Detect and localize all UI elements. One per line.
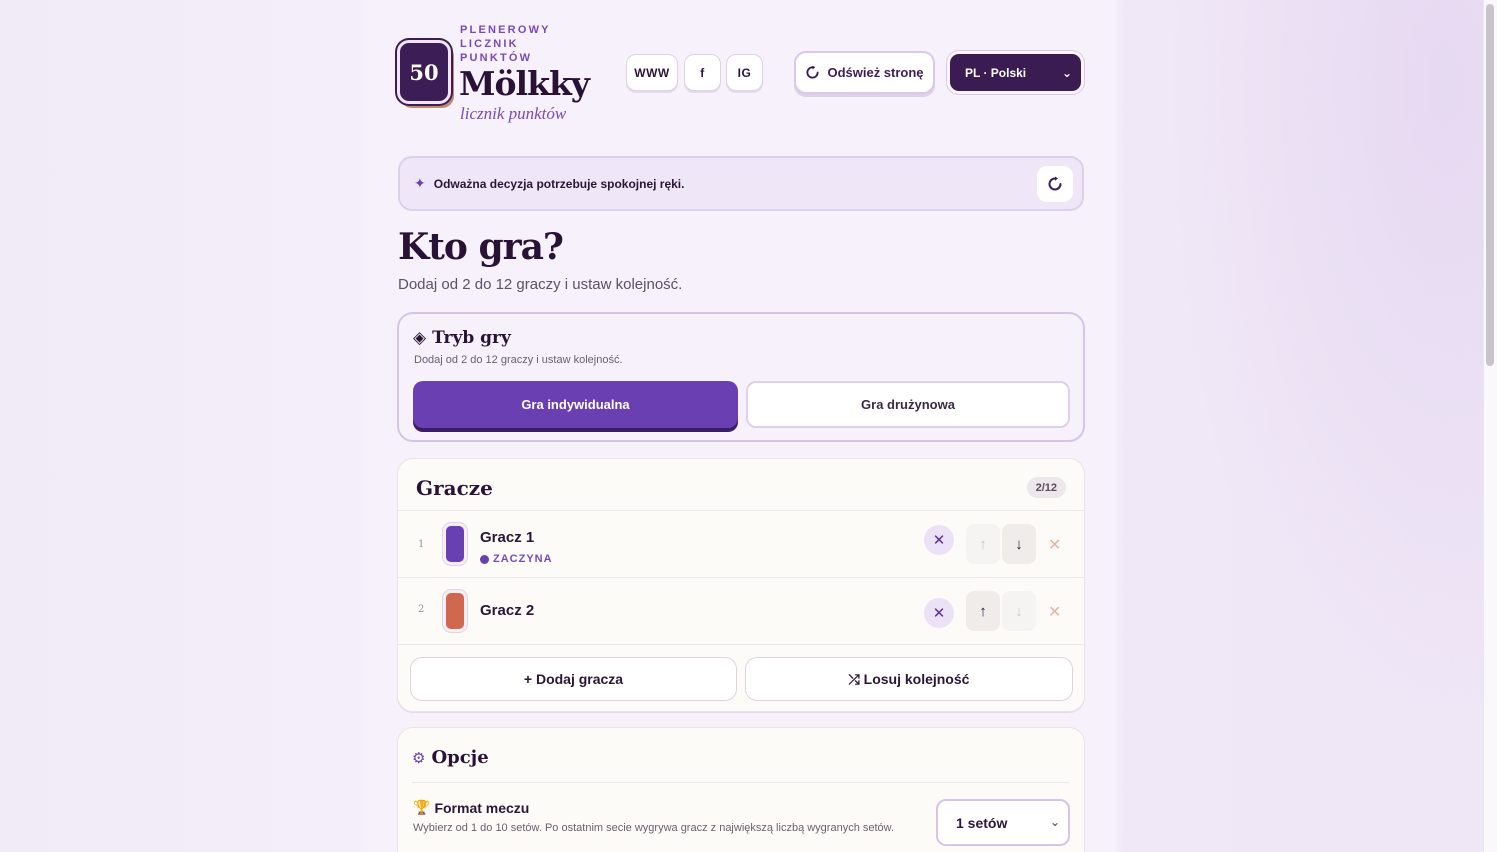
player-color-swatch[interactable] [443,523,467,565]
scrollbar[interactable] [1483,0,1497,852]
logo-kicker: PLENEROWY LICZNIK PUNKTÓW [460,24,551,64]
sparkle-icon: ✦ [414,175,426,191]
refresh-icon [806,65,820,79]
individual-mode-button[interactable]: Gra indywidualna [413,381,738,428]
trophy-icon: 🏆 [413,800,431,816]
page-title: Kto gra? [398,226,564,268]
team-mode-label: Gra drużynowa [861,397,955,412]
refresh-icon [1048,176,1062,191]
tip-text: Odważna decyzja potrzebuje spokojnej ręk… [433,176,685,191]
move-down-button[interactable]: ↓ [1002,591,1036,631]
players-card: Gracze 2/12 1 Gracz 1 ZACZYNA ✕ ↑ ↓ ✕ 2 … [397,458,1085,712]
team-mode-button[interactable]: Gra drużynowa [746,381,1070,428]
players-title: Gracze [416,476,493,500]
instagram-link-label: IG [737,65,752,80]
language-select[interactable]: PL · Polski ⌄ [947,51,1084,94]
arrow-up-icon: ↑ [979,602,987,620]
chevron-down-icon: ⌄ [1061,66,1072,80]
arrow-down-icon: ↓ [1015,535,1023,553]
instagram-link[interactable]: IG [726,54,763,91]
scrollbar-thumb[interactable] [1486,4,1494,366]
options-title-text: Opcje [431,747,489,768]
remove-player-button[interactable]: ✕ [1048,602,1061,622]
options-card: ⚙ Opcje 🏆 Format meczu Wybierz od 1 do 1… [397,727,1085,852]
background-glow [1117,0,1483,852]
www-link[interactable]: WWW [626,54,678,91]
facebook-link[interactable]: f [684,54,721,91]
logo-subtitle: licznik punktów [460,104,567,123]
match-format-title-text: Format meczu [434,800,530,816]
remove-player-button[interactable]: ✕ [1048,535,1061,555]
player-row: 2 Gracz 2 ✕ ↑ ↓ ✕ [398,578,1084,644]
move-down-button[interactable]: ↓ [1002,524,1036,564]
starts-label: ZACZYNA [493,553,553,565]
logo-badge-number: 50 [409,59,439,85]
move-up-button[interactable]: ↑ [966,591,1000,631]
add-player-button[interactable]: + Dodaj gracza [410,657,737,701]
match-format-description: Wybierz od 1 do 10 setów. Po ostatnim se… [413,822,895,834]
starts-badge: ZACZYNA [480,553,553,565]
gear-icon: ⚙ [412,748,426,767]
www-link-label: WWW [634,65,670,80]
dot-icon [480,554,489,564]
cross-icon: ✕ [932,605,946,622]
player-row: 1 Gracz 1 ZACZYNA ✕ ↑ ↓ ✕ [398,511,1084,577]
add-player-label: + Dodaj gracza [523,671,624,687]
facebook-link-label: f [700,65,705,80]
match-format-select[interactable]: 1 setów ⌄ [936,799,1070,846]
shuffle-order-label: ⤮ Losuj kolejność [848,670,970,687]
language-value: PL · Polski [965,65,1027,80]
divider [398,644,1084,645]
player-color-swatch[interactable] [443,590,467,632]
player-option-button[interactable]: ✕ [924,525,954,555]
player-option-button[interactable]: ✕ [924,598,954,628]
arrow-up-icon: ↑ [979,535,987,553]
game-mode-title-text: Tryb gry [432,328,511,348]
chevron-down-icon: ⌄ [1049,815,1060,829]
logo-badge: 50 [397,40,451,104]
page-container: 50 PLENEROWY LICZNIK PUNKTÓW Mölkky licz… [364,0,1116,852]
game-mode-description: Dodaj od 2 do 12 graczy i ustaw kolejnoś… [414,354,623,366]
new-tip-button[interactable] [1037,166,1073,202]
diamond-icon: ◈ [413,328,427,348]
refresh-page-button[interactable]: Odśwież stronę [794,51,935,94]
game-mode-card: ◈ Tryb gry Dodaj od 2 do 12 graczy i ust… [397,312,1085,442]
match-format-value: 1 setów [956,814,1008,831]
cross-icon: ✕ [932,532,946,549]
logo-title: Mölkky [459,64,590,103]
arrow-down-icon: ↓ [1015,602,1023,620]
player-count-badge: 2/12 [1026,477,1066,498]
refresh-page-label: Odśwież stronę [827,65,924,80]
divider [412,782,1070,783]
player-number: 1 [418,539,425,550]
individual-mode-label: Gra indywidualna [521,397,630,412]
tip-banner: ✦ Odważna decyzja potrzebuje spokojnej r… [398,156,1084,211]
player-number: 2 [418,604,425,615]
shuffle-order-button[interactable]: ⤮ Losuj kolejność [745,657,1073,701]
move-up-button[interactable]: ↑ [966,524,1000,564]
match-format-title: 🏆 Format meczu [413,800,529,816]
page-subtitle: Dodaj od 2 do 12 graczy i ustaw kolejnoś… [398,276,683,293]
player-name[interactable]: Gracz 2 [480,602,534,619]
player-name[interactable]: Gracz 1 [480,529,534,546]
game-mode-title: ◈ Tryb gry [413,328,511,348]
options-title: ⚙ Opcje [412,747,489,768]
